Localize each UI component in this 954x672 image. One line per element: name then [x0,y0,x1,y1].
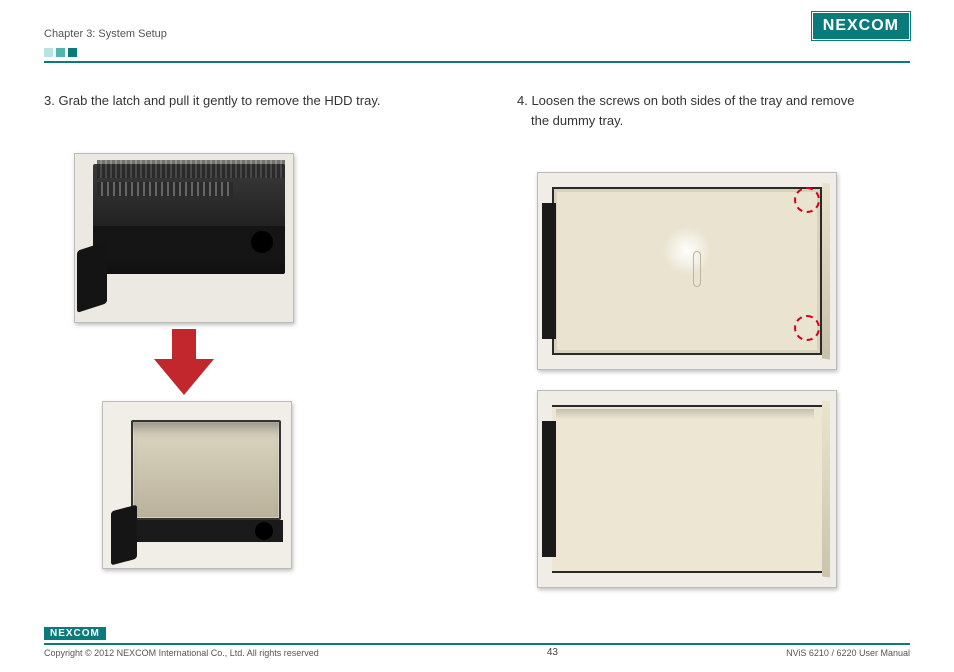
copyright-text: Copyright © 2012 NEXCOM International Co… [44,648,319,658]
figure-group-step4 [517,172,910,592]
screw-highlight-icon [794,315,820,341]
brand-logo: NEXCOM [812,12,910,40]
arrow-down-icon [154,329,214,399]
header-rule [0,40,954,63]
right-column: 4. Loosen the screws on both sides of th… [517,91,910,592]
photo-tray-removed [102,401,292,569]
figure-group-step3 [44,153,437,573]
accent-squares-icon [44,48,77,57]
page-footer: NEXCOM Copyright © 2012 NEXCOM Internati… [44,623,910,658]
step-4-text-line1: 4. Loosen the screws on both sides of th… [517,91,910,111]
left-column: 3. Grab the latch and pull it gently to … [44,91,437,592]
page-number: 43 [547,647,558,658]
photo-hdd-latch [74,153,294,323]
chapter-title: Chapter 3: System Setup [44,28,167,40]
photo-tray-screws [537,172,837,370]
screw-highlight-icon [794,187,820,213]
content-area: 3. Grab the latch and pull it gently to … [0,63,954,592]
footer-brand-logo: NEXCOM [44,627,106,640]
page-header: Chapter 3: System Setup NEXCOM [0,0,954,40]
document-reference: NViS 6210 / 6220 User Manual [786,648,910,658]
brand-logo-text: NEXCOM [823,17,899,34]
step-3-text: 3. Grab the latch and pull it gently to … [44,91,437,111]
photo-tray-empty [537,390,837,588]
step-4-text-line2: the dummy tray. [517,111,910,131]
